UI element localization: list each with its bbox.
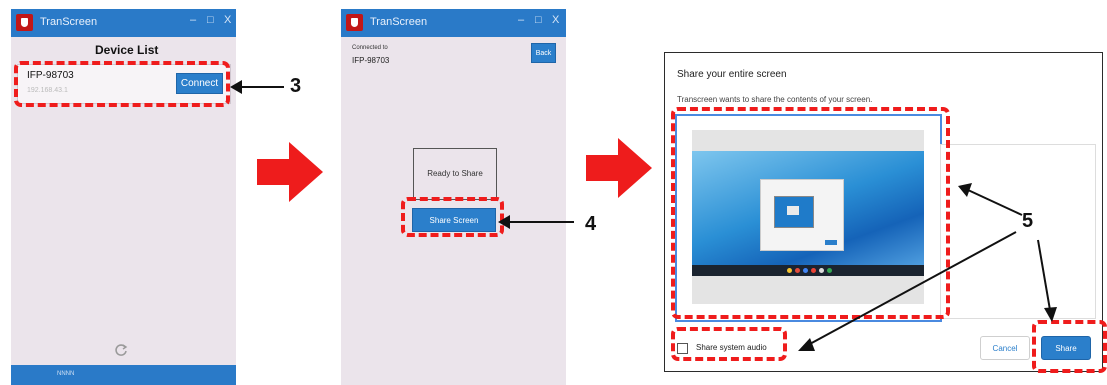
- callout-arrows-5: [798, 183, 1057, 351]
- step-number-5: 5: [1022, 210, 1034, 232]
